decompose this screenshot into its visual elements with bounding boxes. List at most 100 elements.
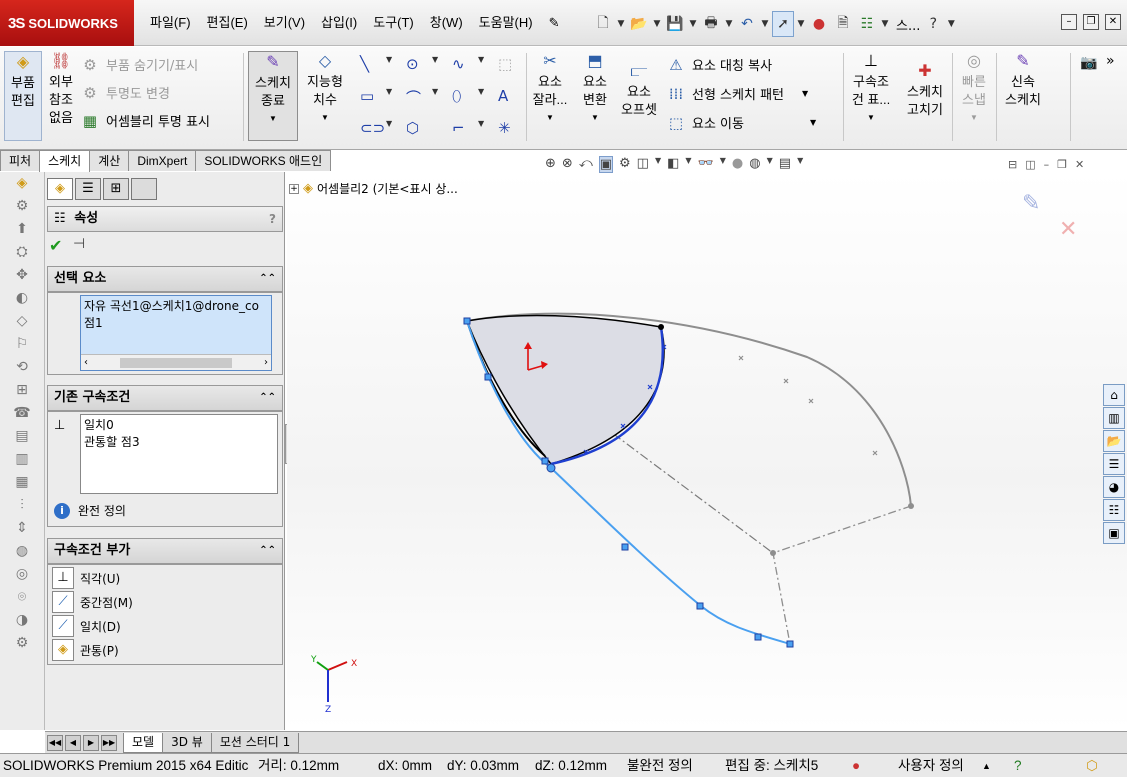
endpoint[interactable]	[658, 324, 664, 330]
snaps-dropdown-icon[interactable]: ▼	[956, 109, 992, 127]
list-item[interactable]: 관통할 점3	[84, 434, 274, 451]
instant3d-icon[interactable]: ▤	[0, 425, 44, 448]
mass-properties-icon[interactable]: ◍	[0, 540, 44, 563]
polygon-icon[interactable]: ⬡	[406, 119, 419, 137]
tab-dimxpert[interactable]: DimXpert	[128, 150, 197, 171]
ellipse-dropdown-icon[interactable]: ▼	[478, 87, 484, 96]
selected-entities-list[interactable]: 자유 곡선1@스케치1@drone_co 점1 ‹ ›	[80, 295, 272, 371]
tab-sketch[interactable]: 스케치	[39, 150, 91, 172]
ellipse-icon[interactable]: ⬯	[452, 87, 461, 105]
viewport-tile-icon[interactable]: ⊟	[1008, 158, 1017, 171]
tab-evaluate[interactable]: 계산	[89, 150, 130, 171]
save-dropdown-icon[interactable]: ▼	[688, 19, 698, 29]
options-dropdown-icon[interactable]: ▼	[880, 19, 890, 29]
interference-icon[interactable]: ▥	[0, 448, 44, 471]
spline-dropdown-icon[interactable]: ▼	[478, 55, 484, 64]
previous-view-icon[interactable]: ⤺	[579, 156, 593, 173]
open-dropdown-icon[interactable]: ▼	[652, 19, 662, 29]
selected-point[interactable]	[546, 463, 556, 473]
control-point[interactable]	[541, 457, 549, 465]
fillet-icon[interactable]: ⌐	[452, 119, 465, 137]
view-settings-icon[interactable]: ▤	[779, 156, 791, 173]
close-icon[interactable]: ✕	[1105, 14, 1121, 30]
print-icon[interactable]: 🖶	[700, 11, 722, 37]
control-point[interactable]	[484, 373, 492, 381]
convert-entities-button[interactable]: ⬒ 요소 변환 ▼	[576, 51, 614, 127]
design-library-icon[interactable]: 📂	[1103, 430, 1125, 452]
existing-relations-header[interactable]: 기존 구속조건 ⌃⌃	[47, 385, 283, 411]
units-dropdown-icon[interactable]: ▲	[982, 754, 991, 777]
last-tab-icon[interactable]: ▶▶	[101, 734, 117, 751]
camera-icon[interactable]: 📷	[1080, 55, 1097, 71]
point-icon[interactable]: ✳	[498, 119, 511, 137]
status-help-icon[interactable]: ?	[1014, 754, 1022, 777]
menu-file[interactable]: 파일(F)	[142, 12, 199, 34]
move-component-icon[interactable]: ✥	[0, 264, 44, 287]
construction-line[interactable]	[772, 505, 912, 645]
scroll-thumb[interactable]	[120, 357, 232, 368]
new-document-icon[interactable]: 🗋	[592, 11, 614, 37]
select-pointer-icon[interactable]: ➚	[772, 11, 794, 37]
smart-dimension-button[interactable]: ◇ 지능형 치수 ▼	[302, 51, 348, 127]
exit-sketch-dropdown-icon[interactable]: ▼	[249, 110, 297, 128]
rebuild-traffic-light-icon[interactable]: ●	[808, 11, 830, 37]
dimension-dropdown-icon[interactable]: ▼	[302, 109, 348, 127]
trim-dropdown-icon[interactable]: ▼	[530, 109, 570, 127]
endpoint[interactable]	[908, 503, 914, 509]
add-midpoint-relation[interactable]: ⟋ 중간점(M)	[52, 591, 133, 613]
mate-icon[interactable]: ⚙	[0, 195, 44, 218]
list-item[interactable]: 점1	[84, 315, 268, 332]
select-dropdown-icon[interactable]: ▼	[796, 19, 806, 29]
list-item[interactable]: 일치0	[84, 417, 274, 434]
circle-icon[interactable]: ⊙	[406, 55, 419, 73]
smart-fasteners-icon[interactable]: ⛭	[0, 241, 44, 264]
next-tab-icon[interactable]: ▶	[83, 734, 99, 751]
home-icon[interactable]: ⌂	[1103, 384, 1125, 406]
file-properties-icon[interactable]: 🗎	[832, 11, 854, 37]
existing-relations-list[interactable]: 일치0 관통할 점3	[80, 414, 278, 494]
save-icon[interactable]: 💾	[664, 11, 686, 37]
section-view-icon[interactable]: ▣	[598, 156, 614, 173]
collapse-chevron-icon[interactable]: ⌃⌃	[259, 267, 276, 291]
section-properties-icon[interactable]: ◎	[0, 563, 44, 586]
horizontal-scrollbar[interactable]: ‹ ›	[81, 354, 271, 370]
orientation-dropdown-icon[interactable]: ▼	[655, 156, 661, 173]
linear-pattern-tool-icon[interactable]: ⬆	[0, 218, 44, 241]
pin-icon[interactable]: ✎	[541, 12, 568, 34]
print-dropdown-icon[interactable]: ▼	[724, 19, 734, 29]
apply-scene-icon[interactable]: ◍	[749, 156, 760, 173]
zoom-to-fit-icon[interactable]: ⊕	[545, 156, 556, 173]
list-item[interactable]: 자유 곡선1@스케치1@drone_co	[84, 298, 268, 315]
clearance-icon[interactable]: ▦	[0, 471, 44, 494]
search-commands-label[interactable]: 스...	[896, 15, 920, 34]
tag-icon[interactable]: ⬡	[1086, 754, 1098, 777]
view-settings-dropdown-icon[interactable]: ▼	[797, 156, 803, 173]
hole-alignment-icon[interactable]: ⫶	[0, 494, 44, 517]
resources-icon[interactable]: ▥	[1103, 407, 1125, 429]
rapid-sketch-button[interactable]: ✎ 신속 스케치	[1000, 51, 1046, 109]
custom-properties-icon[interactable]: ☷	[1103, 499, 1125, 521]
tab-features[interactable]: 피처	[0, 150, 41, 171]
prev-tab-icon[interactable]: ◀	[65, 734, 81, 751]
exit-sketch-corner-icon[interactable]: ✎	[1022, 191, 1040, 216]
add-pierce-relation[interactable]: ◈ 관통(P)	[52, 639, 119, 661]
graphics-area[interactable]: + ◈ 어셈블리2 (기본<표시 상... ⊕	[287, 172, 1127, 730]
spline-icon[interactable]: ∿	[452, 55, 465, 73]
move-entities-button[interactable]: ⬚ 요소 이동 ▼	[666, 113, 816, 133]
offset-entities-button[interactable]: ⫍ 요소 오프셋	[618, 61, 660, 119]
view-orientation-icon[interactable]: ◫	[637, 156, 649, 173]
control-point[interactable]	[696, 602, 704, 610]
scroll-right-icon[interactable]: ›	[264, 354, 268, 370]
control-point[interactable]	[463, 317, 471, 325]
arc-dropdown-icon[interactable]: ▼	[432, 87, 438, 96]
exit-sketch-button[interactable]: ✎ 스케치 종료 ▼	[248, 51, 298, 141]
assembly-transparency-button[interactable]: ▦ 어셈블리 투명 표시	[80, 111, 210, 131]
control-point[interactable]	[621, 543, 629, 551]
slot-icon[interactable]: ⊂⊃	[360, 119, 385, 137]
help-icon[interactable]: ?	[269, 207, 276, 231]
display-style-dropdown-icon[interactable]: ▼	[685, 156, 691, 173]
expand-toolbar-icon[interactable]: »	[1106, 53, 1115, 69]
circle-dropdown-icon[interactable]: ▼	[432, 55, 438, 64]
new-motion-study-icon[interactable]: ⟲	[0, 356, 44, 379]
line-icon[interactable]: ╲	[360, 55, 369, 73]
